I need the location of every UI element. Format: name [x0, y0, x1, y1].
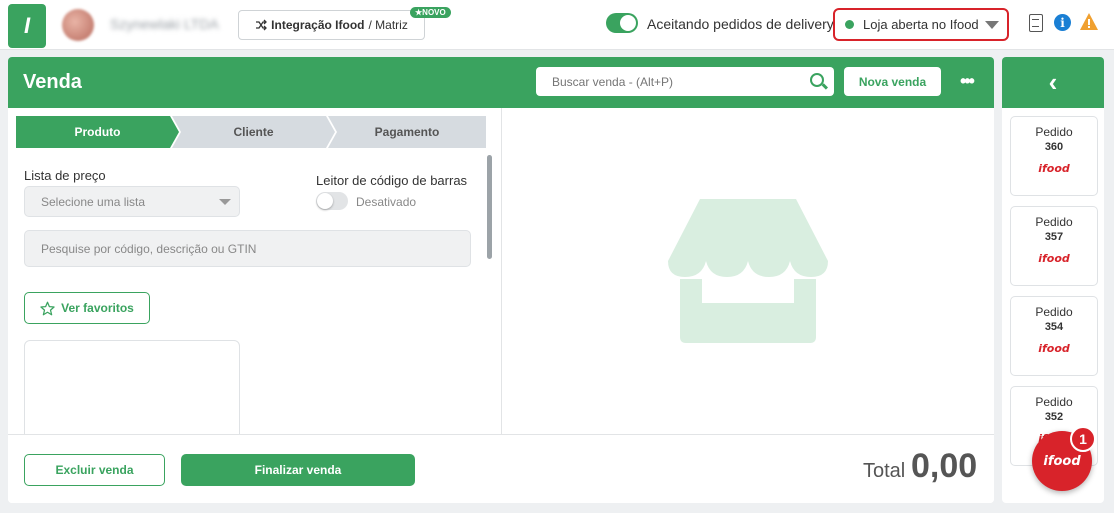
total-value: 0,00 — [911, 447, 978, 485]
chevron-down-icon — [985, 21, 999, 29]
favorites-button[interactable]: Ver favoritos — [24, 292, 150, 324]
integration-branch: / Matriz — [368, 18, 408, 32]
scrollbar[interactable] — [487, 155, 492, 259]
price-list-placeholder: Selecione uma lista — [41, 194, 146, 209]
notification-badge: 1 — [1070, 426, 1096, 452]
search-icon[interactable] — [810, 73, 824, 87]
info-icon[interactable]: i — [1054, 14, 1071, 31]
top-bar: I Szynewlaki LTDA Integração Ifood / Mat… — [0, 0, 1114, 50]
company-avatar[interactable] — [62, 9, 94, 41]
store-status-dropdown[interactable]: Loja aberta no Ifood — [833, 8, 1009, 41]
store-status-label: Loja aberta no Ifood — [863, 17, 979, 32]
star-icon — [40, 301, 55, 315]
ifood-logo-icon: ifood — [1038, 252, 1070, 265]
sale-search-input[interactable] — [536, 67, 834, 96]
order-number: 360 — [1044, 141, 1064, 153]
favorites-label: Ver favoritos — [61, 301, 134, 315]
delivery-toggle[interactable] — [606, 13, 638, 33]
chevron-down-icon — [219, 199, 231, 205]
product-search-input[interactable]: Pesquise por código, descrição ou GTIN — [24, 230, 471, 267]
new-badge: ★NOVO — [410, 7, 451, 18]
finish-sale-button[interactable]: Finalizar venda — [181, 454, 415, 486]
order-card[interactable]: Pedido 357 ifood — [1010, 206, 1098, 286]
divider — [501, 108, 502, 434]
product-search-placeholder: Pesquise por código, descrição ou GTIN — [41, 241, 257, 256]
favorites-list — [24, 340, 240, 434]
ifood-logo-icon: ifood — [1038, 342, 1070, 355]
page-title: Venda — [23, 71, 82, 93]
app-logo[interactable]: I — [8, 4, 46, 48]
price-list-select[interactable]: Selecione uma lista — [24, 186, 240, 217]
sale-header: Venda Nova venda ••• — [8, 57, 994, 108]
chevron-left-icon: ‹ — [1048, 67, 1058, 97]
order-label: Pedido — [1035, 305, 1073, 319]
product-pane: Lista de preço Selecione uma lista Leito… — [8, 152, 501, 434]
shuffle-icon — [256, 19, 268, 31]
total-label: Total — [863, 460, 906, 482]
barcode-reader-label: Leitor de código de barras — [316, 173, 468, 188]
order-card[interactable]: Pedido 360 ifood — [1010, 116, 1098, 196]
barcode-reader-toggle[interactable] — [316, 192, 348, 210]
company-name[interactable]: Szynewlaki LTDA — [110, 16, 219, 32]
order-number: 357 — [1044, 231, 1064, 243]
sale-footer: Excluir venda Finalizar venda Total 0,00 — [8, 434, 994, 503]
step-cliente[interactable]: Cliente — [172, 116, 335, 148]
status-dot-icon — [845, 20, 854, 29]
order-label: Pedido — [1035, 215, 1073, 229]
checkout-steps: Produto Cliente Pagamento — [16, 116, 486, 148]
store-icon — [668, 199, 828, 343]
new-sale-button[interactable]: Nova venda — [844, 67, 941, 96]
step-produto[interactable]: Produto — [16, 116, 179, 148]
order-card[interactable]: Pedido 354 ifood — [1010, 296, 1098, 376]
step-pagamento[interactable]: Pagamento — [328, 116, 486, 148]
delete-sale-button[interactable]: Excluir venda — [24, 454, 165, 486]
ifood-integration-button[interactable]: Integração Ifood / Matriz — [238, 10, 425, 40]
sale-panel: Venda Nova venda ••• Produto Cliente Pag… — [8, 57, 994, 503]
order-number: 354 — [1044, 321, 1064, 333]
price-list-label: Lista de preço — [24, 168, 106, 183]
order-label: Pedido — [1035, 125, 1073, 139]
warning-icon[interactable] — [1079, 12, 1099, 31]
document-icon[interactable] — [1029, 14, 1043, 32]
order-label: Pedido — [1035, 395, 1073, 409]
order-number: 352 — [1044, 411, 1064, 423]
ifood-logo-icon: ifood — [1038, 162, 1070, 175]
more-options-icon[interactable]: ••• — [960, 71, 975, 92]
integration-label: Integração Ifood — [271, 18, 365, 32]
barcode-reader-state: Desativado — [356, 195, 417, 209]
delivery-toggle-label: Aceitando pedidos de delivery — [647, 16, 834, 32]
collapse-orders-button[interactable]: ‹ — [1002, 57, 1104, 108]
